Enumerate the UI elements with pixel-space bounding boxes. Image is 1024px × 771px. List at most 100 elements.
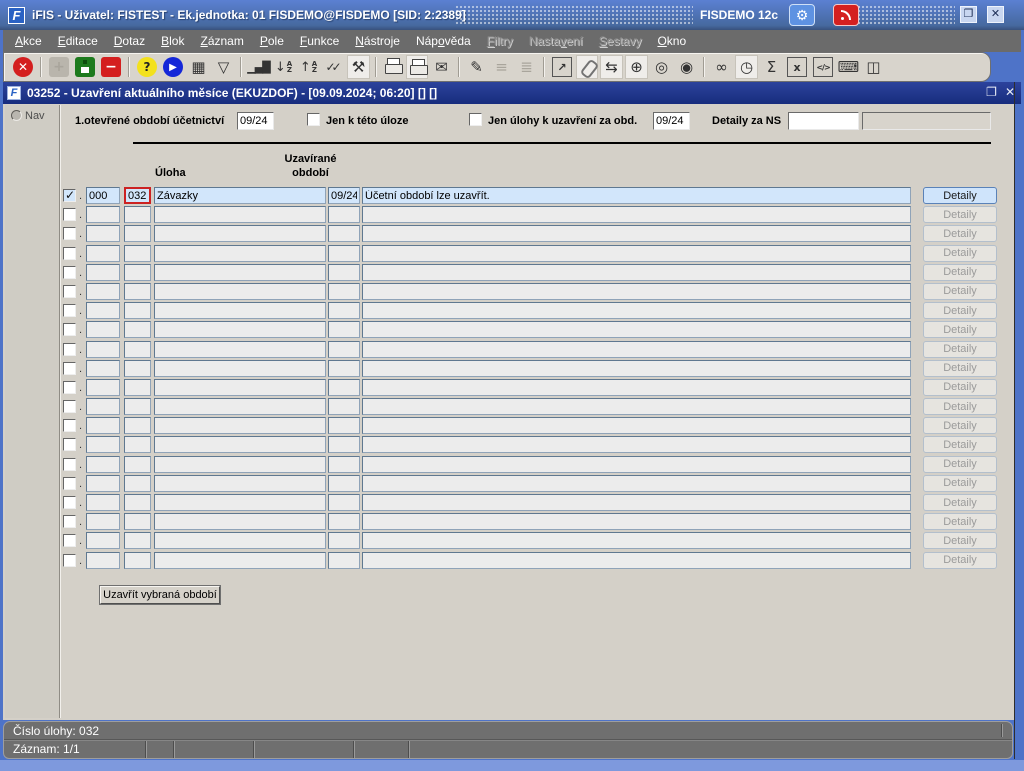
open-period-input[interactable] (237, 112, 274, 130)
row-select-checkbox (63, 438, 76, 452)
tasks-to-close-checkbox[interactable] (469, 113, 482, 126)
task-table: . Detaily . Detaily . Detaily . Detaily (63, 187, 999, 571)
task-name-field (154, 340, 326, 358)
menu-item-záznam[interactable]: Záznam (192, 31, 251, 51)
row-indicator: . (79, 190, 83, 202)
menu-item-okno[interactable]: Okno (649, 31, 694, 51)
row-select-checkbox (63, 227, 76, 241)
tools-icon[interactable]: ⚒ (347, 55, 370, 79)
task-group-field (86, 244, 120, 262)
attachment-icon[interactable] (576, 55, 598, 79)
table-row: . Detaily (63, 513, 999, 532)
row-select-checkbox (63, 265, 76, 279)
row-indicator: . (79, 343, 83, 356)
detail-button[interactable]: Detaily (923, 187, 997, 204)
menu-item-nástroje[interactable]: Nástroje (347, 31, 408, 51)
rss-button[interactable] (833, 4, 859, 26)
task-name-field (154, 455, 326, 473)
row-select-checkbox (63, 553, 76, 567)
mail-icon[interactable]: ✉ (430, 55, 453, 79)
save-icon[interactable] (75, 57, 95, 77)
task-group-field[interactable] (86, 187, 120, 204)
sort-desc-icon[interactable]: ↓ (272, 55, 295, 79)
calendar-icon[interactable]: ▦ (187, 55, 210, 79)
script-icon[interactable]: </> (813, 57, 833, 77)
print-preview-icon[interactable] (406, 55, 428, 79)
compass-icon[interactable]: ◎ (650, 55, 673, 79)
period-field (328, 398, 360, 416)
period-field[interactable] (328, 187, 360, 204)
status-message-field (362, 359, 911, 377)
menu-item-akce[interactable]: Akce (7, 31, 50, 51)
task-name-field (154, 282, 326, 300)
menu-item-editace[interactable]: Editace (50, 31, 106, 51)
excel-icon[interactable]: x (787, 57, 807, 77)
task-number-field (124, 398, 151, 416)
routing-icon[interactable]: ⇆ (600, 55, 623, 79)
period-field (328, 244, 360, 262)
menu-item-nápověda[interactable]: Nápověda (408, 31, 479, 51)
task-name-field (154, 263, 326, 281)
detail-button: Detaily (923, 302, 997, 320)
toolbar: ✕ + −? ▶▦▽ ▁▄█↓↑✓✓⚒ ✉ ✎≡≣ ↗ ⇆⊕◎◉ ∞◷Σx </>⌨◫ (3, 52, 991, 82)
history-icon[interactable]: ◷ (735, 55, 758, 79)
tasks-to-close-period-input[interactable] (653, 112, 690, 130)
task-name-field (154, 244, 326, 262)
filter-icon[interactable]: ▽ (212, 55, 235, 79)
period-field (328, 359, 360, 377)
web-icon[interactable]: ⊕ (625, 55, 648, 79)
close-selected-periods-button[interactable]: Uzavřít vybraná období (100, 586, 220, 604)
window-bottom-frame (0, 760, 1024, 771)
toolbar-separator (458, 57, 460, 77)
window-close-button[interactable]: ✕ (987, 6, 1004, 23)
ns-code-input[interactable] (788, 112, 859, 130)
settings-button[interactable]: ⚙ (789, 4, 815, 26)
menu-item-dotaz[interactable]: Dotaz (106, 31, 153, 51)
status-cell (146, 740, 174, 758)
menu-item-nastavení: Nastavení (528, 34, 583, 48)
print-icon[interactable] (382, 55, 404, 79)
validate-icon[interactable]: ✓✓ (322, 55, 345, 79)
row-select-checkbox (63, 361, 76, 375)
glasses-icon[interactable]: ∞ (710, 55, 733, 79)
delete-record-icon[interactable]: − (101, 57, 121, 77)
row-select-checkbox[interactable] (63, 188, 76, 202)
table-row: . Detaily (63, 551, 999, 571)
reader-icon[interactable]: ◫ (862, 55, 885, 79)
chart-icon[interactable]: ▁▄█ (247, 55, 270, 79)
task-column-header: Úloha (155, 167, 186, 179)
row-indicator: . (79, 420, 83, 433)
row-select-checkbox (63, 534, 76, 548)
help-icon[interactable]: ? (137, 57, 157, 77)
external-window-icon[interactable]: ↗ (552, 57, 572, 77)
nav-radio-button[interactable] (11, 110, 22, 121)
table-row: . Detaily (63, 225, 999, 244)
execute-query-icon[interactable]: ▶ (163, 57, 183, 77)
titlebar-texture (455, 5, 693, 25)
menu-item-pole[interactable]: Pole (252, 31, 292, 51)
task-number-field (124, 282, 151, 300)
task-number-field (124, 321, 151, 339)
preview-icon[interactable]: ◉ (675, 55, 698, 79)
only-this-task-checkbox[interactable] (307, 113, 320, 126)
exit-icon[interactable]: ✕ (13, 57, 33, 77)
task-name-field (154, 551, 326, 569)
edit-icon[interactable]: ✎ (465, 55, 488, 79)
form-restore-icon[interactable]: ❐ (986, 85, 997, 99)
row-select-checkbox (63, 419, 76, 433)
task-name-field (154, 513, 326, 531)
status-message-field[interactable] (362, 187, 911, 204)
row-indicator: . (79, 516, 83, 529)
status-message-field (362, 494, 911, 511)
row-select-checkbox (63, 380, 76, 394)
task-name-field[interactable] (154, 187, 326, 204)
sort-asc-icon[interactable]: ↑ (297, 55, 320, 79)
sum-icon[interactable]: Σ (760, 55, 783, 79)
menu-item-funkce[interactable]: Funkce (292, 31, 347, 51)
menu-item-blok[interactable]: Blok (153, 31, 192, 51)
status-message-field (362, 513, 911, 531)
keyboard-icon[interactable]: ⌨ (837, 55, 860, 79)
task-number-field[interactable] (124, 187, 151, 204)
window-restore-button[interactable]: ❐ (960, 6, 977, 23)
row-indicator: . (79, 247, 83, 260)
